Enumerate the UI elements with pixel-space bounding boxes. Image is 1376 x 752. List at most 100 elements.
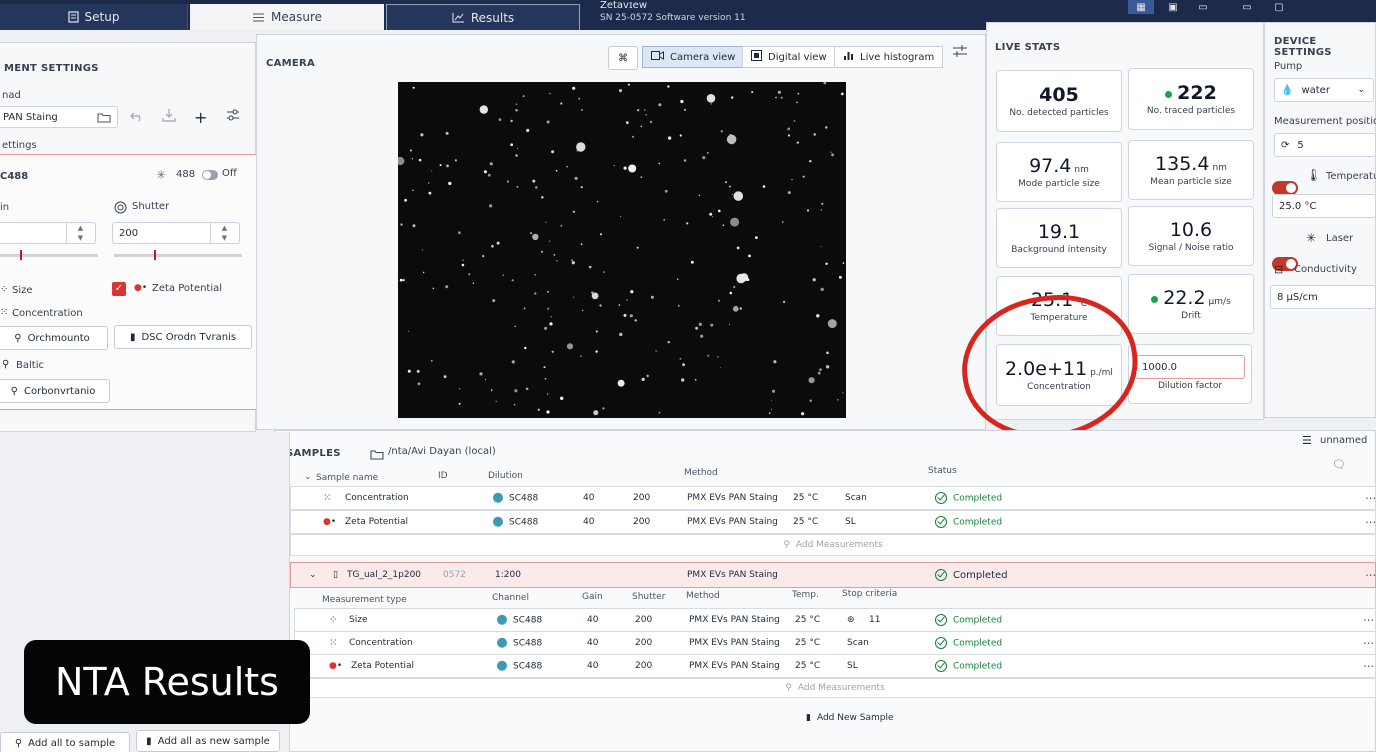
particle	[596, 200, 599, 203]
table-row[interactable]: ●• Zeta Potential SC488 40 200 PMX EVs P…	[294, 654, 1376, 678]
gain-slider-knob[interactable]	[20, 250, 22, 260]
particle	[422, 271, 425, 274]
add-measurements-button[interactable]: ⚲ Add Measurements	[290, 534, 1376, 556]
undo-icon[interactable]	[130, 110, 144, 122]
add-icon[interactable]: +	[194, 108, 207, 127]
unnamed-label[interactable]: unnamed	[1320, 435, 1367, 446]
shutter-slider-knob[interactable]	[154, 250, 156, 260]
particle	[809, 160, 812, 163]
tab-measure[interactable]: Measure	[190, 4, 384, 30]
table-row[interactable]: ⁙ Concentration SC488 40 200 PMX EVs PAN…	[294, 631, 1376, 655]
particle	[412, 189, 414, 191]
camera-title: CAMERA	[266, 58, 316, 69]
particle	[710, 323, 714, 327]
grid-icon[interactable]: ▣	[1160, 0, 1186, 14]
particle	[751, 91, 754, 94]
more-icon[interactable]: ⋯	[1365, 492, 1376, 505]
sample-row[interactable]: ⌄ ▯ TG_ual_2_1p200 0572 1:200 PMX EVs PA…	[290, 562, 1376, 588]
particle	[755, 236, 758, 240]
add-all-as-new-button[interactable]: ▮ Add all as new sample	[136, 730, 280, 752]
particle	[546, 410, 550, 414]
dilution-stat: 1000.0 Dilution factor	[1128, 344, 1252, 404]
shutter-stepper[interactable]: ▲ ▼	[210, 223, 238, 243]
conductivity-icon: ⊟	[1274, 263, 1284, 276]
samples-path[interactable]: /nta/Avi Dayan (local)	[388, 446, 496, 457]
expand-chevron-icon[interactable]: ⌄	[309, 570, 317, 580]
maximize-icon[interactable]: ▢	[1266, 0, 1292, 14]
gain-slider[interactable]	[0, 254, 98, 257]
particle	[547, 290, 550, 293]
add-all-to-sample-button[interactable]: ⚲ Add all to sample	[0, 732, 130, 752]
minimize-icon[interactable]: ▭	[1234, 0, 1260, 14]
adjust-icon[interactable]	[952, 44, 968, 58]
table-row[interactable]: ⁘ Size SC488 40 200 PMX EVs PAN Staing 2…	[294, 608, 1376, 632]
zeta-checkbox[interactable]: ✓	[112, 282, 126, 296]
table-row[interactable]: ⁙ Concentration SC488 40 200 PMX EVs PAN…	[290, 486, 1376, 510]
particle	[620, 216, 622, 218]
sliders-icon[interactable]	[226, 108, 240, 122]
method-field[interactable]: PAN Staing	[0, 106, 118, 128]
particle	[817, 371, 821, 375]
dilution-input[interactable]: 1000.0	[1135, 355, 1245, 379]
shutter-label: Shutter	[132, 201, 170, 212]
particle	[578, 97, 581, 100]
add-measurements-label: Add Measurements	[795, 540, 883, 550]
camera-image[interactable]	[398, 82, 846, 418]
digital-view-label: Digital view	[768, 51, 827, 63]
layout-icon[interactable]: ▦	[1128, 0, 1154, 14]
more-icon[interactable]: ⋯	[1363, 614, 1375, 627]
particle	[515, 109, 518, 112]
position-field[interactable]: ⟳ 5	[1274, 133, 1376, 157]
vial-icon: ▮	[129, 331, 136, 343]
status-badge: Completed	[935, 492, 1002, 504]
particle	[820, 287, 824, 292]
more-icon[interactable]: ⋯	[1363, 637, 1375, 650]
pump-select[interactable]: 💧 water ⌄	[1274, 78, 1374, 102]
laser-toggle[interactable]	[202, 170, 218, 180]
tab-setup[interactable]: Setup	[0, 4, 188, 30]
more-icon[interactable]: ⋯	[1365, 516, 1376, 529]
particle	[535, 186, 538, 189]
particle	[549, 240, 551, 242]
digital-view-button[interactable]: Digital view	[742, 46, 836, 68]
temperature-toggle[interactable]	[1272, 181, 1298, 195]
download-icon[interactable]	[162, 108, 176, 122]
focus-icon[interactable]: ⌘	[608, 46, 638, 70]
baltic-label[interactable]: Baltic	[16, 360, 44, 371]
window-icon[interactable]: ▭	[1190, 0, 1216, 14]
live-histogram-button[interactable]: Live histogram	[834, 46, 944, 68]
shutter-slider[interactable]	[114, 254, 242, 257]
dsc-button[interactable]: ▮ DSC Orodn Tvranis	[114, 325, 252, 349]
particle	[400, 223, 403, 226]
drift-stat: 22.2 µm/s Drift	[1128, 274, 1254, 334]
temperature-field[interactable]: 25.0 °C	[1272, 194, 1376, 218]
orchmounto-button[interactable]: ⚲ Orchmounto	[0, 326, 108, 350]
collapse-chevron-icon[interactable]: ⌄	[304, 472, 312, 482]
particle	[626, 299, 628, 301]
particle	[446, 164, 449, 168]
particle	[700, 334, 704, 338]
folder-icon[interactable]	[97, 112, 111, 123]
conductivity-field[interactable]: 8 µS/cm	[1270, 285, 1376, 309]
tab-results[interactable]: Results	[386, 4, 580, 30]
row-type: Zeta Potential	[351, 661, 415, 671]
live-dot-icon	[1151, 296, 1159, 303]
add-new-sample-button[interactable]: ▮ Add New Sample	[806, 713, 893, 723]
add-measurements-button[interactable]: ⚲ Add Measurements	[294, 678, 1376, 698]
more-icon[interactable]: ⋯	[1365, 569, 1376, 582]
carbon-button[interactable]: ⚲ Corbonvrtanio	[0, 379, 110, 403]
camera-view-button[interactable]: Camera view	[642, 46, 745, 68]
more-icon[interactable]: ⋯	[1363, 660, 1375, 673]
live-dot-icon	[1165, 91, 1173, 98]
table-row[interactable]: ●• Zeta Potential SC488 40 200 PMX EVs P…	[290, 510, 1376, 534]
comment-icon[interactable]: 🗨	[1332, 458, 1346, 471]
shutter-value: 200	[119, 227, 139, 239]
gain-stepper[interactable]: ▲ ▼	[66, 223, 94, 243]
particle	[560, 224, 563, 227]
particle	[698, 194, 701, 197]
particle	[650, 295, 654, 299]
particle	[820, 245, 822, 247]
image-icon	[751, 50, 762, 64]
particle	[681, 378, 685, 382]
particle	[630, 290, 634, 294]
